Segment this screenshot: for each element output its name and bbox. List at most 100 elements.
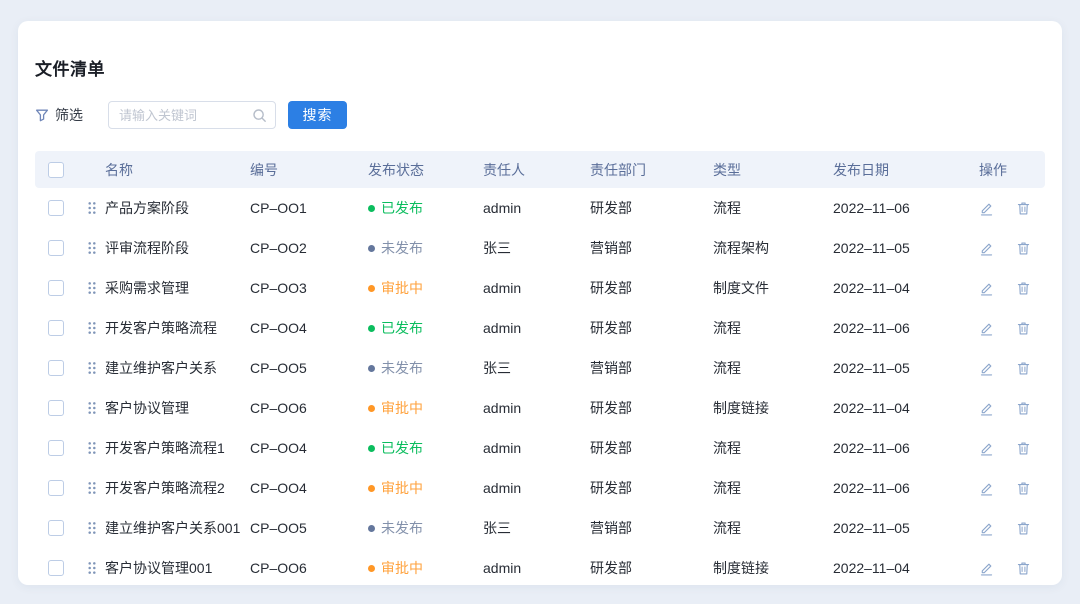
- delete-button[interactable]: [1016, 321, 1031, 336]
- cell-code: CP–OO4: [250, 480, 368, 496]
- cell-owner: admin: [480, 400, 590, 416]
- edit-button[interactable]: [979, 481, 994, 496]
- column-header-owner: 责任人: [480, 160, 590, 180]
- edit-button[interactable]: [979, 321, 994, 336]
- search-button[interactable]: 搜索: [288, 101, 347, 129]
- row-checkbox[interactable]: [48, 400, 64, 416]
- column-header-date: 发布日期: [833, 160, 967, 180]
- cell-dept: 研发部: [590, 558, 713, 578]
- table-row: 产品方案阶段 CP–OO1 已发布 admin 研发部 流程 2022–11–0…: [35, 188, 1045, 228]
- cell-name: 评审流程阶段: [105, 238, 250, 258]
- column-header-name: 名称: [105, 160, 250, 180]
- row-checkbox[interactable]: [48, 200, 64, 216]
- status-label: 未发布: [381, 358, 423, 378]
- cell-dept: 研发部: [590, 318, 713, 338]
- drag-handle-icon[interactable]: [87, 521, 97, 535]
- drag-handle-icon[interactable]: [87, 481, 97, 495]
- delete-button[interactable]: [1016, 241, 1031, 256]
- drag-handle-icon[interactable]: [87, 441, 97, 455]
- cell-type: 流程: [713, 518, 833, 538]
- drag-handle-icon[interactable]: [87, 201, 97, 215]
- search-input[interactable]: [119, 108, 252, 123]
- cell-name: 开发客户策略流程1: [105, 438, 250, 458]
- column-header-code: 编号: [250, 160, 368, 180]
- row-checkbox[interactable]: [48, 360, 64, 376]
- drag-handle-icon[interactable]: [87, 321, 97, 335]
- row-checkbox[interactable]: [48, 480, 64, 496]
- row-checkbox[interactable]: [48, 320, 64, 336]
- cell-dept: 营销部: [590, 358, 713, 378]
- cell-status: 未发布: [368, 518, 480, 538]
- toolbar: 筛选 搜索: [35, 101, 1045, 129]
- cell-status: 审批中: [368, 398, 480, 418]
- delete-button[interactable]: [1016, 401, 1031, 416]
- edit-button[interactable]: [979, 401, 994, 416]
- cell-dept: 研发部: [590, 478, 713, 498]
- drag-handle-icon[interactable]: [87, 401, 97, 415]
- status-label: 审批中: [381, 478, 423, 498]
- table-row: 客户协议管理 CP–OO6 审批中 admin 研发部 制度链接 2022–11…: [35, 388, 1045, 428]
- select-all-checkbox[interactable]: [48, 162, 64, 178]
- cell-status: 审批中: [368, 278, 480, 298]
- table-row: 开发客户策略流程2 CP–OO4 审批中 admin 研发部 流程 2022–1…: [35, 468, 1045, 508]
- cell-type: 流程: [713, 478, 833, 498]
- drag-handle-icon[interactable]: [87, 361, 97, 375]
- delete-button[interactable]: [1016, 481, 1031, 496]
- status-dot-icon: [368, 205, 375, 212]
- cell-name: 建立维护客户关系: [105, 358, 250, 378]
- row-checkbox[interactable]: [48, 520, 64, 536]
- edit-button[interactable]: [979, 361, 994, 376]
- delete-button[interactable]: [1016, 201, 1031, 216]
- cell-owner: 张三: [480, 238, 590, 258]
- table-row: 建立维护客户关系001 CP–OO5 未发布 张三 营销部 流程 2022–11…: [35, 508, 1045, 548]
- status-label: 审批中: [381, 558, 423, 578]
- row-checkbox[interactable]: [48, 240, 64, 256]
- status-dot-icon: [368, 485, 375, 492]
- edit-button[interactable]: [979, 201, 994, 216]
- drag-handle-icon[interactable]: [87, 281, 97, 295]
- delete-button[interactable]: [1016, 521, 1031, 536]
- cell-code: CP–OO5: [250, 520, 368, 536]
- edit-button[interactable]: [979, 281, 994, 296]
- status-dot-icon: [368, 285, 375, 292]
- edit-button[interactable]: [979, 241, 994, 256]
- cell-type: 制度链接: [713, 398, 833, 418]
- drag-handle-icon[interactable]: [87, 561, 97, 575]
- cell-owner: admin: [480, 440, 590, 456]
- page-title: 文件清单: [35, 55, 1045, 80]
- cell-dept: 研发部: [590, 398, 713, 418]
- cell-owner: admin: [480, 320, 590, 336]
- filter-label: 筛选: [55, 105, 83, 125]
- edit-button[interactable]: [979, 441, 994, 456]
- status-dot-icon: [368, 365, 375, 372]
- edit-button[interactable]: [979, 521, 994, 536]
- cell-date: 2022–11–05: [833, 360, 967, 376]
- status-dot-icon: [368, 525, 375, 532]
- filter-button[interactable]: 筛选: [35, 105, 83, 125]
- row-checkbox[interactable]: [48, 280, 64, 296]
- cell-date: 2022–11–06: [833, 480, 967, 496]
- delete-button[interactable]: [1016, 441, 1031, 456]
- table-row: 开发客户策略流程1 CP–OO4 已发布 admin 研发部 流程 2022–1…: [35, 428, 1045, 468]
- cell-type: 流程: [713, 318, 833, 338]
- delete-button[interactable]: [1016, 561, 1031, 576]
- row-checkbox[interactable]: [48, 560, 64, 576]
- drag-handle-icon[interactable]: [87, 241, 97, 255]
- delete-button[interactable]: [1016, 361, 1031, 376]
- cell-status: 已发布: [368, 318, 480, 338]
- column-header-dept: 责任部门: [590, 160, 713, 180]
- search-box: [108, 101, 276, 129]
- cell-name: 建立维护客户关系001: [105, 518, 250, 538]
- row-checkbox[interactable]: [48, 440, 64, 456]
- cell-date: 2022–11–05: [833, 520, 967, 536]
- edit-button[interactable]: [979, 561, 994, 576]
- cell-date: 2022–11–06: [833, 200, 967, 216]
- status-dot-icon: [368, 245, 375, 252]
- delete-button[interactable]: [1016, 281, 1031, 296]
- cell-type: 流程: [713, 358, 833, 378]
- table-body: 产品方案阶段 CP–OO1 已发布 admin 研发部 流程 2022–11–0…: [35, 188, 1045, 588]
- cell-status: 未发布: [368, 358, 480, 378]
- search-icon: [252, 108, 267, 123]
- cell-type: 流程架构: [713, 238, 833, 258]
- cell-code: CP–OO1: [250, 200, 368, 216]
